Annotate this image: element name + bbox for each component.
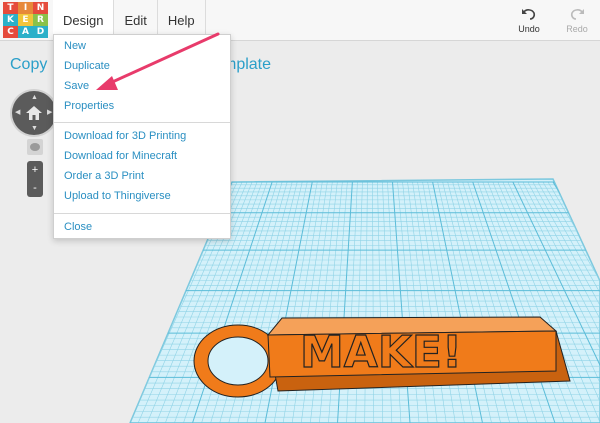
zoom-control: + - — [27, 161, 43, 197]
logo-letter: E — [18, 14, 33, 26]
menu-item-save[interactable]: Save — [64, 80, 89, 92]
menu-item-duplicate[interactable]: Duplicate — [64, 60, 110, 72]
zoom-in-button[interactable]: + — [27, 161, 43, 179]
model-text: MAKE! — [300, 327, 462, 378]
view-navigation-control[interactable]: ▲ ▼ ◀ ▶ — [12, 91, 56, 135]
orbit-down-arrow-icon[interactable]: ▼ — [31, 125, 38, 132]
menu-divider — [54, 122, 230, 123]
menu-divider — [54, 213, 230, 214]
tinkercad-logo[interactable]: T I N K E R C A D — [3, 2, 48, 38]
orbit-right-arrow-icon[interactable]: ▶ — [47, 109, 52, 116]
fit-view-button[interactable] — [27, 139, 43, 155]
menu-design-label: Design — [63, 12, 104, 28]
zoom-out-button[interactable]: - — [27, 179, 43, 197]
logo-letter: A — [18, 26, 33, 38]
design-title-left: Copy — [10, 56, 48, 73]
logo-letter: I — [18, 2, 33, 14]
design-dropdown-menu: New Duplicate Save Properties Download f… — [53, 34, 231, 239]
undo-label: Undo — [518, 24, 540, 34]
redo-button[interactable]: Redo — [560, 6, 594, 34]
logo-letter: T — [3, 2, 18, 14]
logo-letter: K — [3, 14, 18, 26]
menu-item-new[interactable]: New — [64, 40, 86, 52]
redo-icon — [570, 9, 584, 20]
logo-letter: R — [33, 14, 48, 26]
menu-item-download-minecraft[interactable]: Download for Minecraft — [64, 150, 177, 162]
home-view-icon[interactable] — [25, 104, 43, 122]
logo-letter: C — [3, 26, 18, 38]
menu-help-label: Help — [167, 12, 195, 28]
menu-edit-label: Edit — [124, 12, 147, 28]
orbit-left-arrow-icon[interactable]: ◀ — [15, 109, 20, 116]
logo-letter: D — [33, 26, 48, 38]
menu-item-download-3d-printing[interactable]: Download for 3D Printing — [64, 130, 186, 142]
menu-item-upload-thingiverse[interactable]: Upload to Thingiverse — [64, 190, 171, 202]
undo-button[interactable]: Undo — [512, 6, 546, 34]
orbit-up-arrow-icon[interactable]: ▲ — [31, 94, 38, 101]
menu-item-close[interactable]: Close — [64, 221, 92, 233]
cube-view-icon — [30, 143, 40, 151]
menu-item-order-3d-print[interactable]: Order a 3D Print — [64, 170, 144, 182]
menu-item-properties[interactable]: Properties — [64, 100, 114, 112]
undo-icon — [522, 9, 536, 20]
redo-label: Redo — [566, 24, 588, 34]
logo-letter: N — [33, 2, 48, 14]
undo-redo-group: Undo Redo — [512, 6, 594, 34]
